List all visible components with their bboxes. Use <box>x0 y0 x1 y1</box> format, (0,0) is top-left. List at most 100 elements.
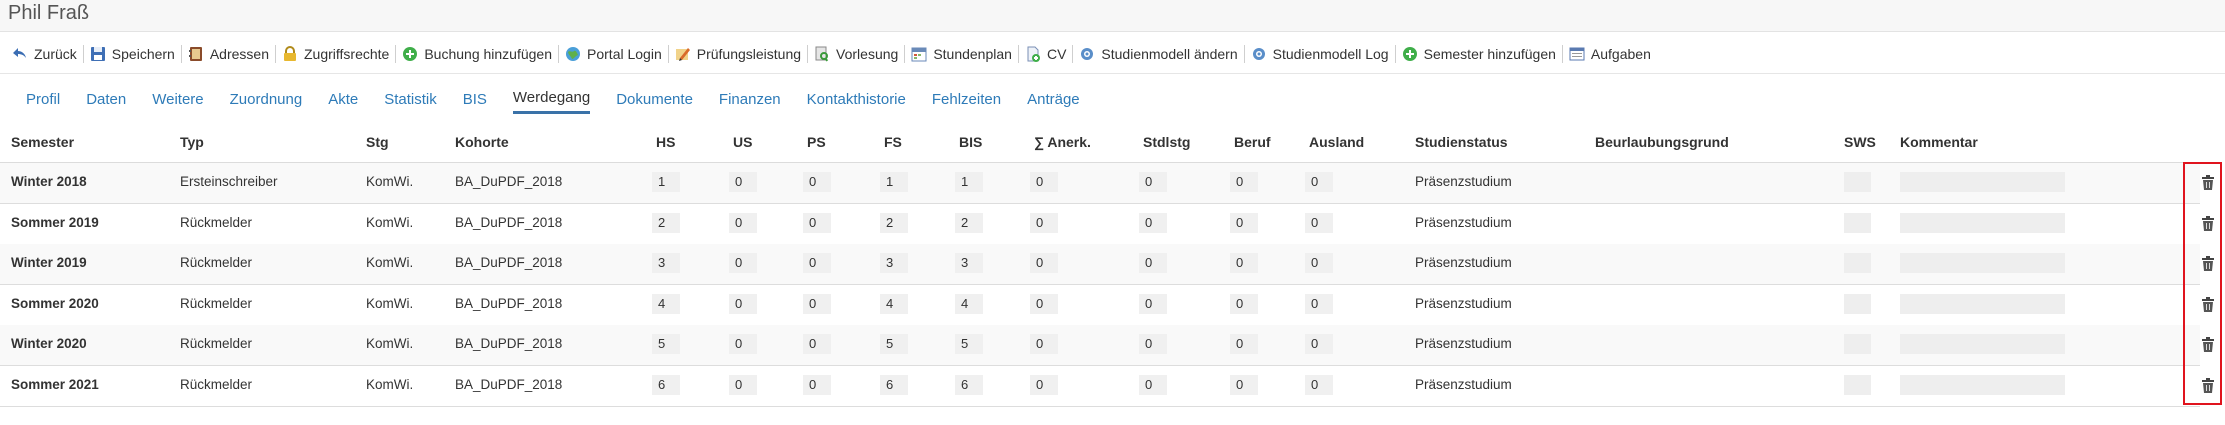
toolbar-button-zurück[interactable]: Zurück <box>0 41 83 67</box>
column-header-semester[interactable]: Semester <box>11 134 74 150</box>
kommentar-input[interactable] <box>1900 172 2065 192</box>
column-header-us[interactable]: US <box>733 134 752 150</box>
bis-value-field[interactable]: 6 <box>955 374 983 395</box>
column-header-ps[interactable]: PS <box>807 134 826 150</box>
us-value-field[interactable]: 0 <box>729 212 757 233</box>
tab-finanzen[interactable]: Finanzen <box>719 86 781 114</box>
hs-value-field[interactable]: 2 <box>652 212 680 233</box>
toolbar-button-studienmodell-log[interactable]: Studienmodell Log <box>1245 41 1395 67</box>
toolbar-button-prüfungsleistung[interactable]: Prüfungsleistung <box>669 41 807 67</box>
us-value-field[interactable]: 0 <box>729 334 757 354</box>
column-header-stdlstg[interactable]: Stdlstg <box>1143 134 1190 150</box>
tab-bis[interactable]: BIS <box>463 86 487 114</box>
us-value-field[interactable]: 0 <box>729 293 757 314</box>
hs-value-field[interactable]: 3 <box>652 253 680 273</box>
us-value-field[interactable]: 0 <box>729 253 757 273</box>
ausland-value-field[interactable]: 0 <box>1305 212 1333 233</box>
anerk-value-field[interactable]: 0 <box>1030 253 1058 273</box>
toolbar-button-buchung-hinzufügen[interactable]: Buchung hinzufügen <box>396 41 558 67</box>
toolbar-button-semester-hinzufügen[interactable]: Semester hinzufügen <box>1396 41 1562 67</box>
toolbar-button-vorlesung[interactable]: Vorlesung <box>808 41 904 67</box>
column-header-beurlaubungsgrund[interactable]: Beurlaubungsgrund <box>1595 134 1729 150</box>
sws-input[interactable] <box>1844 374 1871 395</box>
stdlstg-value-field[interactable]: 0 <box>1139 293 1167 314</box>
tab-kontakthistorie[interactable]: Kontakthistorie <box>807 86 906 114</box>
anerk-value-field[interactable]: 0 <box>1030 172 1058 192</box>
ausland-value-field[interactable]: 0 <box>1305 374 1333 395</box>
ps-value-field[interactable]: 0 <box>803 253 831 273</box>
toolbar-button-stundenplan[interactable]: Stundenplan <box>905 41 1018 67</box>
hs-value-field[interactable]: 6 <box>652 374 680 395</box>
stdlstg-value-field[interactable]: 0 <box>1139 172 1167 192</box>
tab-zuordnung[interactable]: Zuordnung <box>230 86 303 114</box>
kommentar-input[interactable] <box>1900 374 2065 395</box>
anerk-value-field[interactable]: 0 <box>1030 374 1058 395</box>
fs-value-field[interactable]: 6 <box>880 374 908 395</box>
column-header-typ[interactable]: Typ <box>180 134 204 150</box>
hs-value-field[interactable]: 1 <box>652 172 680 192</box>
column-header-kohorte[interactable]: Kohorte <box>455 134 509 150</box>
tab-statistik[interactable]: Statistik <box>384 86 437 114</box>
column-header-beruf[interactable]: Beruf <box>1234 134 1271 150</box>
stdlstg-value-field[interactable]: 0 <box>1139 212 1167 233</box>
bis-value-field[interactable]: 2 <box>955 212 983 233</box>
tab-dokumente[interactable]: Dokumente <box>616 86 693 114</box>
kommentar-input[interactable] <box>1900 334 2065 354</box>
tab-werdegang[interactable]: Werdegang <box>512 86 591 114</box>
tab-fehlzeiten[interactable]: Fehlzeiten <box>932 86 1001 114</box>
ps-value-field[interactable]: 0 <box>803 293 831 314</box>
fs-value-field[interactable]: 3 <box>880 253 908 273</box>
kommentar-input[interactable] <box>1900 212 2065 233</box>
column-header-studienstatus[interactable]: Studienstatus <box>1415 134 1508 150</box>
beruf-value-field[interactable]: 0 <box>1230 253 1258 273</box>
ausland-value-field[interactable]: 0 <box>1305 293 1333 314</box>
toolbar-button-adressen[interactable]: Adressen <box>182 41 275 67</box>
tab-daten[interactable]: Daten <box>86 86 126 114</box>
ps-value-field[interactable]: 0 <box>803 334 831 354</box>
ausland-value-field[interactable]: 0 <box>1305 253 1333 273</box>
ps-value-field[interactable]: 0 <box>803 374 831 395</box>
fs-value-field[interactable]: 1 <box>880 172 908 192</box>
toolbar-button-aufgaben[interactable]: Aufgaben <box>1563 41 1657 67</box>
sws-input[interactable] <box>1844 334 1871 354</box>
bis-value-field[interactable]: 1 <box>955 172 983 192</box>
fs-value-field[interactable]: 4 <box>880 293 908 314</box>
column-header-kommentar[interactable]: Kommentar <box>1900 134 1978 150</box>
fs-value-field[interactable]: 5 <box>880 334 908 354</box>
fs-value-field[interactable]: 2 <box>880 212 908 233</box>
column-header-fs[interactable]: FS <box>884 134 902 150</box>
bis-value-field[interactable]: 4 <box>955 293 983 314</box>
hs-value-field[interactable]: 5 <box>652 334 680 354</box>
column-header-sws[interactable]: SWS <box>1844 134 1876 150</box>
tab-anträge[interactable]: Anträge <box>1027 86 1080 114</box>
sws-input[interactable] <box>1844 212 1871 233</box>
ps-value-field[interactable]: 0 <box>803 172 831 192</box>
toolbar-button-portal-login[interactable]: Portal Login <box>559 41 668 67</box>
sws-input[interactable] <box>1844 172 1871 192</box>
column-header-anerk[interactable]: ∑ Anerk. <box>1034 134 1091 150</box>
ausland-value-field[interactable]: 0 <box>1305 334 1333 354</box>
stdlstg-value-field[interactable]: 0 <box>1139 374 1167 395</box>
tab-weitere[interactable]: Weitere <box>152 86 203 114</box>
beruf-value-field[interactable]: 0 <box>1230 172 1258 192</box>
stdlstg-value-field[interactable]: 0 <box>1139 253 1167 273</box>
tab-akte[interactable]: Akte <box>328 86 358 114</box>
hs-value-field[interactable]: 4 <box>652 293 680 314</box>
column-header-bis[interactable]: BIS <box>959 134 982 150</box>
ausland-value-field[interactable]: 0 <box>1305 172 1333 192</box>
ps-value-field[interactable]: 0 <box>803 212 831 233</box>
tab-profil[interactable]: Profil <box>26 86 60 114</box>
sws-input[interactable] <box>1844 253 1871 273</box>
toolbar-button-speichern[interactable]: Speichern <box>84 41 181 67</box>
bis-value-field[interactable]: 3 <box>955 253 983 273</box>
column-header-hs[interactable]: HS <box>656 134 675 150</box>
sws-input[interactable] <box>1844 293 1871 314</box>
beruf-value-field[interactable]: 0 <box>1230 293 1258 314</box>
kommentar-input[interactable] <box>1900 293 2065 314</box>
stdlstg-value-field[interactable]: 0 <box>1139 334 1167 354</box>
us-value-field[interactable]: 0 <box>729 172 757 192</box>
beruf-value-field[interactable]: 0 <box>1230 212 1258 233</box>
bis-value-field[interactable]: 5 <box>955 334 983 354</box>
toolbar-button-zugriffsrechte[interactable]: Zugriffsrechte <box>276 41 395 67</box>
anerk-value-field[interactable]: 0 <box>1030 334 1058 354</box>
